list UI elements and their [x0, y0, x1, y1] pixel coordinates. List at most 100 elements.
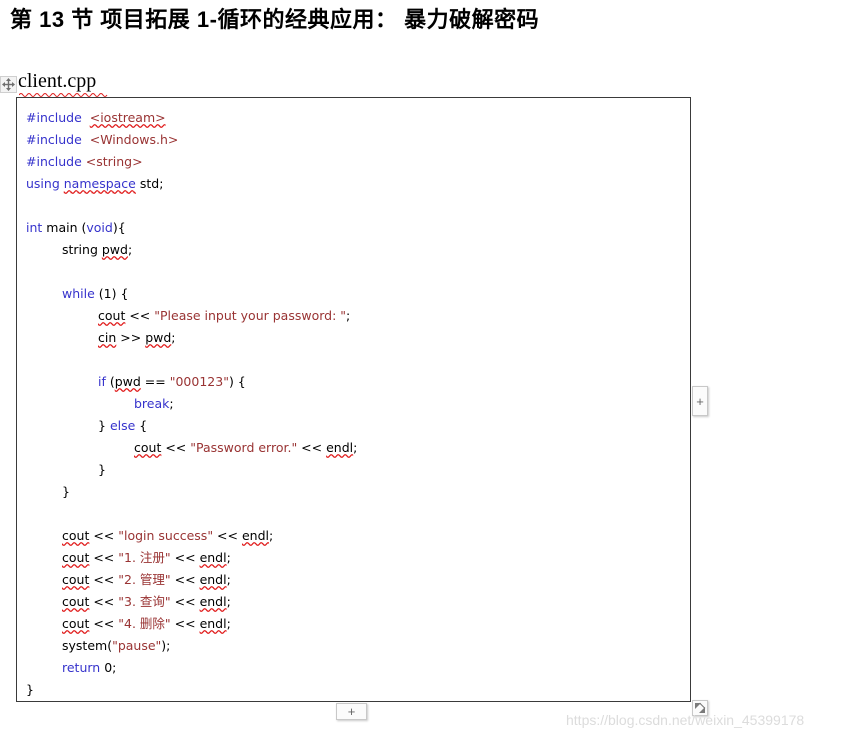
code-token: "login success"	[118, 528, 214, 543]
code-token: using	[26, 176, 60, 191]
move-four-arrows-icon	[2, 78, 15, 91]
code-token-spellchecked: cout	[62, 594, 90, 609]
code-token: "Please input your password: "	[154, 308, 347, 323]
code-token: ;	[226, 594, 231, 609]
code-token: <<	[89, 572, 119, 587]
code-token: <<	[89, 616, 119, 631]
code-token: #include	[26, 154, 82, 169]
code-token: ==	[140, 374, 170, 389]
code-token-spellchecked: cout	[62, 572, 90, 587]
code-line: #include <Windows.h>	[26, 129, 690, 151]
code-token: <<	[170, 594, 200, 609]
code-line: while (1) {	[26, 283, 690, 305]
code-line: cout << "1. 注册" << endl;	[26, 547, 690, 569]
code-token: std;	[135, 176, 164, 191]
code-line: #include <string>	[26, 151, 690, 173]
watermark: https://blog.csdn.net/weixin_45399178	[566, 712, 805, 728]
code-line: cout << "Password error." << endl;	[26, 437, 690, 459]
code-token: <<	[89, 550, 119, 565]
code-token: "Password error."	[190, 440, 298, 455]
code-token: while	[62, 286, 95, 301]
code-token-spellchecked: endl	[199, 572, 227, 587]
code-line: cout << "login success" << endl;	[26, 525, 690, 547]
code-token: >>	[116, 330, 146, 345]
code-line: #include <iostream>	[26, 107, 690, 129]
code-line: } else {	[26, 415, 690, 437]
code-token-spellchecked: pwd	[145, 330, 172, 345]
code-token: if	[98, 374, 106, 389]
code-token-spellchecked: endl	[326, 440, 354, 455]
code-token: else	[109, 418, 136, 433]
code-token: {	[135, 418, 148, 433]
code-line: return 0;	[26, 657, 690, 679]
code-token: <<	[161, 440, 191, 455]
code-token-spellchecked: endl	[199, 616, 227, 631]
code-token: "pause"	[112, 638, 162, 653]
code-token-spellchecked: pwd	[114, 374, 141, 389]
code-line: using namespace std;	[26, 173, 690, 195]
code-token: #include	[26, 110, 82, 125]
code-token-spellchecked: cin	[98, 330, 117, 345]
code-token: "000123"	[169, 374, 229, 389]
table-move-handle[interactable]	[0, 76, 17, 93]
code-token: "1. 注册"	[118, 550, 171, 565]
code-token: ;	[269, 528, 274, 543]
code-token: ;	[346, 308, 351, 323]
code-token: "3. 查询"	[118, 594, 171, 609]
code-token: ){	[112, 220, 126, 235]
code-token: <string>	[85, 154, 143, 169]
add-row-button[interactable]: +	[336, 703, 367, 720]
code-token: main (	[42, 220, 87, 235]
code-token: system(	[62, 638, 113, 653]
code-token: 0;	[100, 660, 117, 675]
code-token-spellchecked: cout	[62, 616, 90, 631]
code-line: string pwd;	[26, 239, 690, 261]
code-token: <<	[170, 572, 200, 587]
code-line: }	[26, 459, 690, 481]
code-token-spellchecked: cout	[98, 308, 126, 323]
code-token: void	[86, 220, 113, 235]
code-content[interactable]: #include <iostream> #include <Windows.h> #…	[17, 98, 690, 701]
code-token-spellchecked: cout	[62, 528, 90, 543]
code-line: }	[26, 481, 690, 503]
code-line: cout << "4. 删除" << endl;	[26, 613, 690, 635]
code-token: #include	[26, 132, 82, 147]
code-token: (1) {	[94, 286, 129, 301]
code-token-spellchecked: endl	[241, 528, 270, 543]
code-token: );	[161, 638, 171, 653]
code-token: <<	[297, 440, 327, 455]
code-line: if (pwd == "000123") {	[26, 371, 690, 393]
code-table[interactable]: #include <iostream> #include <Windows.h> #…	[16, 97, 691, 702]
code-line: cin >> pwd;	[26, 327, 690, 349]
code-token: "4. 删除"	[118, 616, 171, 631]
page-title: 第 13 节 项目拓展 1-循环的经典应用： 暴力破解密码	[10, 7, 540, 32]
code-token: ;	[226, 572, 231, 587]
code-token: break	[134, 396, 170, 411]
code-token: }	[98, 462, 106, 477]
code-token-spellchecked: pwd	[101, 242, 128, 257]
code-token: ;	[127, 242, 133, 257]
add-column-button[interactable]: +	[692, 386, 708, 416]
code-token: string	[62, 242, 102, 257]
plus-icon: +	[347, 704, 356, 719]
code-line: cout << "2. 管理" << endl;	[26, 569, 690, 591]
code-token: ;	[169, 396, 174, 411]
code-line: }	[26, 679, 690, 701]
code-token-spellchecked: endl	[199, 550, 227, 565]
plus-icon: +	[696, 393, 704, 409]
code-token: <Windows.h>	[89, 132, 179, 147]
code-token: }	[26, 682, 34, 697]
file-caption-label: client.cpp	[18, 70, 97, 92]
code-token: <<	[170, 550, 200, 565]
code-token: }	[98, 418, 110, 433]
code-token: int	[26, 220, 43, 235]
code-token-spellchecked: cout	[134, 440, 162, 455]
code-token: <<	[125, 308, 155, 323]
code-token: ;	[171, 330, 176, 345]
code-token: return	[62, 660, 101, 675]
